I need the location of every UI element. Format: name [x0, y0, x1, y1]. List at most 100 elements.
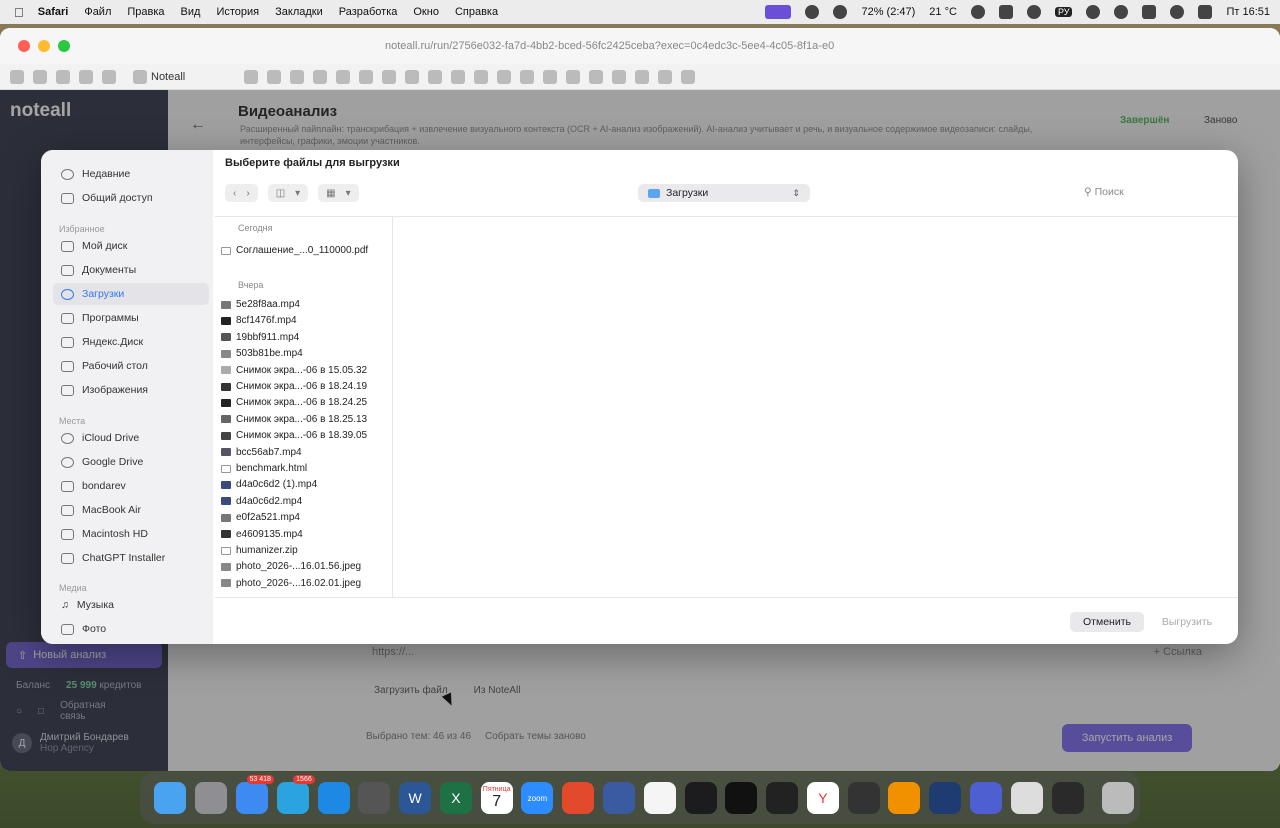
- bookmark-icon[interactable]: [474, 69, 489, 84]
- sidebar-item-desktop[interactable]: Рабочий стол: [53, 355, 209, 377]
- calculator-icon[interactable]: [358, 782, 391, 814]
- cancel-button[interactable]: Отменить: [1070, 612, 1144, 632]
- bookmark-icon[interactable]: [589, 69, 604, 84]
- bookmark-icon[interactable]: [520, 69, 535, 84]
- list-item[interactable]: photo_2026-...16.02.01.jpeg: [221, 576, 361, 591]
- bookmark-icon[interactable]: [79, 69, 93, 84]
- play-icon[interactable]: [1086, 5, 1101, 19]
- list-item[interactable]: e0f2a521.mp4: [221, 510, 300, 525]
- maximize-window-button[interactable]: [58, 40, 70, 52]
- bookmark-icon[interactable]: [405, 69, 420, 84]
- list-item[interactable]: d4a0c6d2.mp4: [221, 494, 302, 509]
- menu-app[interactable]: Safari: [38, 6, 69, 18]
- vlc-icon[interactable]: [888, 782, 921, 814]
- app-icon[interactable]: [970, 782, 1003, 814]
- upload-button[interactable]: Выгрузить: [1151, 612, 1223, 632]
- archive-icon[interactable]: [1010, 782, 1043, 814]
- app-icon[interactable]: [766, 782, 799, 814]
- finder-icon[interactable]: [154, 782, 187, 814]
- safari-icon[interactable]: [317, 782, 350, 814]
- list-item[interactable]: 8cf1476f.mp4: [221, 313, 297, 328]
- mail-icon[interactable]: 53 418: [235, 775, 274, 814]
- bolt-icon[interactable]: [970, 5, 985, 19]
- chatgpt-icon[interactable]: [805, 5, 820, 19]
- sidebar-item-icloud[interactable]: iCloud Drive: [53, 427, 209, 449]
- list-item[interactable]: e4609135.mp4: [221, 527, 303, 542]
- battery-status[interactable]: 72% (2:47): [861, 6, 915, 18]
- bookmark-icon[interactable]: [612, 69, 627, 84]
- list-item[interactable]: 503b81be.mp4: [221, 346, 303, 361]
- sidebar-item-documents[interactable]: Документы: [53, 259, 209, 281]
- calendar-icon[interactable]: Пятница 7: [480, 782, 513, 814]
- bookmark-icon[interactable]: [290, 69, 305, 84]
- list-item[interactable]: 19bbf911.mp4: [221, 330, 299, 345]
- bookmark-icon[interactable]: [56, 69, 70, 84]
- sidebar-item-macbook[interactable]: MacBook Air: [53, 499, 209, 521]
- sidebar-item-programs[interactable]: Программы: [53, 307, 209, 329]
- list-item[interactable]: 5e28f8aa.mp4: [221, 297, 300, 312]
- bookmark-icon[interactable]: [336, 69, 351, 84]
- list-item[interactable]: Снимок экра...-06 в 18.24.19: [221, 379, 367, 394]
- bookmark-icon[interactable]: [244, 69, 259, 84]
- sidebar-item-shared[interactable]: Общий доступ: [53, 187, 209, 209]
- pdf-app-icon[interactable]: [562, 782, 595, 814]
- bookmark-icon[interactable]: [543, 69, 558, 84]
- list-item[interactable]: benchmark.html: [221, 461, 307, 476]
- settings-icon[interactable]: [195, 782, 228, 814]
- list-item[interactable]: d4a0c6d2 (1).mp4: [221, 477, 317, 492]
- bookmark-icon[interactable]: [451, 69, 466, 84]
- yandex-browser-icon[interactable]: Y: [806, 782, 839, 814]
- view-grid-button[interactable]: ▦ ▾: [318, 184, 359, 202]
- bookmark-icon[interactable]: [102, 69, 116, 84]
- bookmark-icon[interactable]: [658, 69, 673, 84]
- sidebar-item-my-disk[interactable]: Мой диск: [53, 235, 209, 257]
- chevron-right-icon[interactable]: ›: [246, 188, 249, 199]
- wifi-icon[interactable]: [1142, 5, 1157, 19]
- sidebar-item-downloads[interactable]: Загрузки: [53, 283, 209, 305]
- bookmark-icon[interactable]: [10, 69, 24, 84]
- zoom-icon[interactable]: zoom: [521, 782, 554, 814]
- weather-status[interactable]: 21 °C: [929, 6, 957, 18]
- sidebar-item-music[interactable]: ♫ Музыка: [53, 594, 209, 616]
- telegram-icon[interactable]: 1566: [276, 775, 315, 814]
- apple-menu-icon[interactable]: : [14, 5, 24, 20]
- menu-help[interactable]: Справка: [455, 6, 498, 18]
- input-language[interactable]: РУ: [1054, 7, 1073, 17]
- bookmark-noteall[interactable]: Noteall: [133, 69, 185, 84]
- menu-edit[interactable]: Правка: [127, 6, 164, 18]
- screen-icon[interactable]: [765, 5, 792, 19]
- location-select[interactable]: Загрузки ⇕: [638, 184, 810, 202]
- activity-monitor-icon[interactable]: [684, 782, 717, 814]
- sidebar-item-yandex-disk[interactable]: Яндекс.Диск: [53, 331, 209, 353]
- control-center-icon[interactable]: [1198, 5, 1213, 19]
- list-item[interactable]: humanizer.zip: [221, 543, 298, 558]
- bookmark-icon[interactable]: [313, 69, 328, 84]
- bookmark-icon[interactable]: [267, 69, 282, 84]
- minimize-window-button[interactable]: [38, 40, 50, 52]
- notes-icon[interactable]: [643, 782, 676, 814]
- app-c-icon[interactable]: [833, 5, 848, 19]
- word-icon[interactable]: W: [399, 782, 432, 814]
- bookmark-icon[interactable]: [382, 69, 397, 84]
- app-icon[interactable]: [1051, 782, 1084, 814]
- list-item[interactable]: photo_2026-...16.01.56.jpeg: [221, 559, 361, 574]
- menu-view[interactable]: Вид: [181, 6, 201, 18]
- shield-icon[interactable]: [1026, 5, 1041, 19]
- list-item[interactable]: Снимок экра...-06 в 18.25.13: [221, 412, 367, 427]
- sidebar-item-images[interactable]: Изображения: [53, 379, 209, 401]
- list-item[interactable]: bcc56ab7.mp4: [221, 445, 302, 460]
- sidebar-item-photo[interactable]: Фото: [53, 618, 209, 640]
- search-icon[interactable]: [1170, 5, 1185, 19]
- clock[interactable]: Пт 16:51: [1226, 6, 1270, 18]
- sidebar-item-recent[interactable]: Недавние: [53, 163, 209, 185]
- vscode-icon[interactable]: [929, 782, 962, 814]
- sidebar-item-bondarev[interactable]: bondarev: [53, 475, 209, 497]
- bookmark-icon[interactable]: [497, 69, 512, 84]
- list-item[interactable]: Снимок экра...-06 в 18.39.05: [221, 428, 367, 443]
- list-item[interactable]: Соглашение_...0_110000.pdf: [221, 243, 368, 258]
- bookmark-icon[interactable]: [359, 69, 374, 84]
- close-window-button[interactable]: [18, 40, 30, 52]
- bookmark-icon[interactable]: [635, 69, 650, 84]
- sidebar-item-chatgpt-installer[interactable]: ChatGPT Installer: [53, 547, 209, 569]
- address-bar[interactable]: noteall.ru/run/2756e032-fa7d-4bb2-bced-5…: [385, 37, 885, 55]
